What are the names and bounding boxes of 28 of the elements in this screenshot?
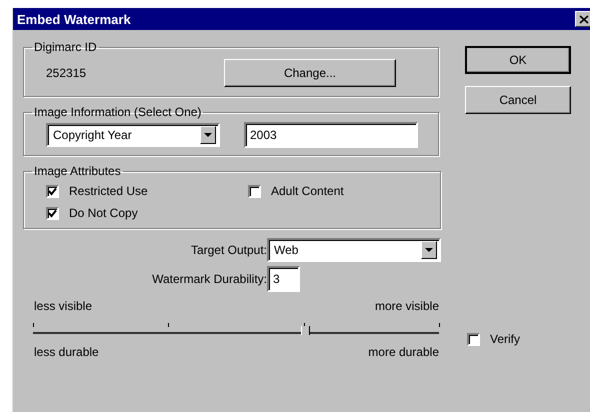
- checkbox[interactable]: [248, 184, 261, 198]
- close-icon: [579, 14, 589, 24]
- close-button[interactable]: [575, 11, 590, 27]
- dialog-button[interactable]: Cancel: [465, 86, 571, 114]
- checkbox[interactable]: [467, 332, 480, 346]
- slider-caption: more visible: [374, 299, 439, 313]
- slider-caption: more durable: [368, 345, 439, 359]
- year-input[interactable]: 2003: [244, 122, 418, 148]
- change-button[interactable]: Change...: [224, 59, 396, 87]
- group-label: Image Attributes: [33, 164, 122, 178]
- checkbox-option[interactable]: Do Not Copy: [46, 206, 248, 220]
- checkbox-option[interactable]: Restricted Use: [46, 184, 248, 198]
- verify-checkbox[interactable]: Verify: [467, 332, 571, 346]
- type-dropdown[interactable]: Copyright Year: [46, 123, 220, 147]
- durability-input[interactable]: 3: [267, 266, 300, 292]
- checkbox-option[interactable]: Adult Content: [248, 184, 428, 198]
- durability-label: Watermark Durability:: [152, 272, 267, 286]
- dialog-button[interactable]: OK: [465, 46, 571, 74]
- slider-caption: less durable: [34, 345, 99, 359]
- group-label: Image Information (Select One): [33, 105, 202, 119]
- checkbox[interactable]: [46, 184, 59, 198]
- window-title: Embed Watermark: [17, 12, 131, 26]
- checkbox[interactable]: [46, 206, 59, 220]
- target-output-dropdown[interactable]: Web: [267, 238, 441, 262]
- digimarc-id: 252315: [46, 66, 86, 80]
- slider-caption: less visible: [34, 299, 92, 313]
- target-output-label: Target Output:: [190, 243, 267, 257]
- group-label: Digimarc ID: [33, 40, 98, 54]
